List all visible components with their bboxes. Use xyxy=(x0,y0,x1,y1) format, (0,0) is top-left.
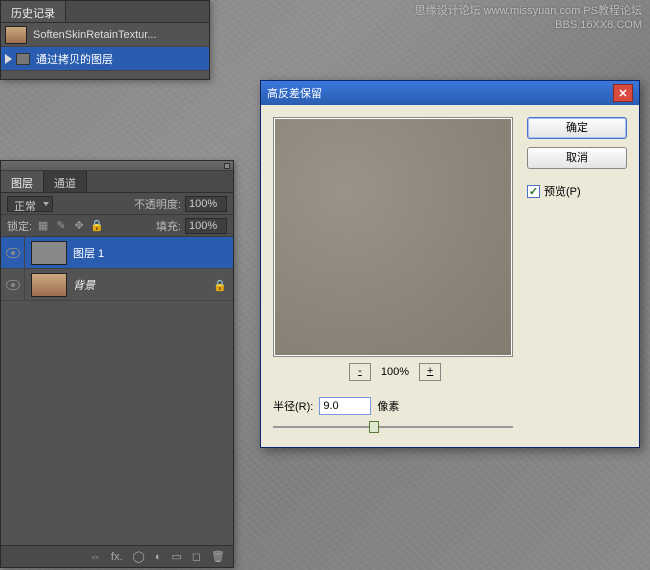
lock-transparent-icon[interactable]: ▦ xyxy=(36,219,50,233)
watermark-line1: 思缘设计论坛 www.missyuan.com PS教程论坛 xyxy=(415,5,642,17)
preview-checkbox-row[interactable]: ✓ 预览(P) xyxy=(527,183,627,199)
link-layers-icon[interactable]: ⇔ xyxy=(90,551,101,563)
history-current-icon xyxy=(5,54,12,64)
lock-move-icon[interactable]: ✥ xyxy=(72,219,86,233)
trash-icon[interactable]: 🗑 xyxy=(211,550,225,563)
zoom-value: 100% xyxy=(381,366,409,378)
radius-slider[interactable] xyxy=(273,419,513,435)
fx-icon[interactable]: fx. xyxy=(111,551,123,563)
opacity-input[interactable]: 100% xyxy=(185,196,227,212)
tab-channels[interactable]: 通道 xyxy=(44,171,87,192)
layer-list: 图层 1 背景 🔒 xyxy=(1,237,233,517)
preview-checkbox-label: 预览(P) xyxy=(544,183,581,199)
layers-panel: 图层 通道 正常 不透明度: 100% 锁定: ▦ ✎ ✥ 🔒 填充: 100%… xyxy=(0,160,234,568)
layer-copy-icon xyxy=(16,53,30,65)
zoom-out-button[interactable]: - xyxy=(349,363,371,381)
watermark-line2: BBS.16XX8.COM xyxy=(555,19,642,31)
radius-label: 半径(R): xyxy=(273,398,313,414)
radius-input[interactable] xyxy=(319,397,371,415)
layer-row[interactable]: 图层 1 xyxy=(1,237,233,269)
watermark: 思缘设计论坛 www.missyuan.com PS教程论坛 BBS.16XX8… xyxy=(415,4,642,32)
lock-label: 锁定: xyxy=(7,218,32,234)
close-icon[interactable]: ✕ xyxy=(613,84,633,102)
history-row-label: SoftenSkinRetainTextur... xyxy=(33,29,157,41)
fill-input[interactable]: 100% xyxy=(185,218,227,234)
group-icon[interactable]: ▭ xyxy=(171,550,181,563)
tab-history[interactable]: 历史记录 xyxy=(1,1,66,22)
lock-brush-icon[interactable]: ✎ xyxy=(54,219,68,233)
cancel-button[interactable]: 取消 xyxy=(527,147,627,169)
visibility-eye-icon[interactable] xyxy=(6,248,20,258)
tab-layers[interactable]: 图层 xyxy=(1,171,44,192)
lock-fill-row: 锁定: ▦ ✎ ✥ 🔒 填充: 100% xyxy=(1,215,233,237)
lock-icons: ▦ ✎ ✥ 🔒 xyxy=(36,219,104,233)
visibility-eye-icon[interactable] xyxy=(6,280,20,290)
filter-preview[interactable] xyxy=(273,117,513,357)
high-pass-dialog: 高反差保留 ✕ - 100% + 半径(R): 像素 确定 取消 xyxy=(260,80,640,448)
slider-track xyxy=(273,426,513,428)
opacity-label: 不透明度: xyxy=(134,196,181,212)
ok-button[interactable]: 确定 xyxy=(527,117,627,139)
adjustment-icon[interactable]: ◐ xyxy=(155,551,162,563)
layer-thumb-icon[interactable] xyxy=(31,273,67,297)
lock-all-icon[interactable]: 🔒 xyxy=(90,219,104,233)
panel-drag-bar[interactable] xyxy=(1,161,233,171)
zoom-controls: - 100% + xyxy=(273,363,517,381)
preview-checkbox[interactable]: ✓ xyxy=(527,185,540,198)
layer-row[interactable]: 背景 🔒 xyxy=(1,269,233,301)
zoom-in-button[interactable]: + xyxy=(419,363,441,381)
fill-label: 填充: xyxy=(156,218,181,234)
dialog-title: 高反差保留 xyxy=(267,85,322,101)
history-rows: SoftenSkinRetainTextur... 通过拷贝的图层 xyxy=(1,23,209,71)
history-row[interactable]: SoftenSkinRetainTextur... xyxy=(1,23,209,47)
layers-tabs: 图层 通道 xyxy=(1,171,233,193)
slider-thumb[interactable] xyxy=(369,421,379,433)
panel-menu-icon[interactable] xyxy=(224,163,230,169)
dialog-titlebar[interactable]: 高反差保留 ✕ xyxy=(261,81,639,105)
radius-unit: 像素 xyxy=(377,398,399,414)
history-row[interactable]: 通过拷贝的图层 xyxy=(1,47,209,71)
history-thumb-icon xyxy=(5,26,27,44)
history-panel: 历史记录 SoftenSkinRetainTextur... 通过拷贝的图层 xyxy=(0,0,210,80)
history-tabs: 历史记录 xyxy=(1,1,209,23)
mask-icon[interactable]: ◯ xyxy=(133,550,145,563)
new-layer-icon[interactable]: ◻ xyxy=(192,550,201,563)
lock-icon: 🔒 xyxy=(213,279,225,291)
blend-opacity-row: 正常 不透明度: 100% xyxy=(1,193,233,215)
history-row-label: 通过拷贝的图层 xyxy=(36,51,113,67)
layer-name[interactable]: 图层 1 xyxy=(73,245,233,261)
layer-name[interactable]: 背景 xyxy=(73,277,213,293)
layers-footer: ⇔ fx. ◯ ◐ ▭ ◻ 🗑 xyxy=(1,545,233,567)
radius-row: 半径(R): 像素 xyxy=(273,397,517,415)
layer-thumb-icon[interactable] xyxy=(31,241,67,265)
blend-mode-dropdown[interactable]: 正常 xyxy=(7,196,53,212)
